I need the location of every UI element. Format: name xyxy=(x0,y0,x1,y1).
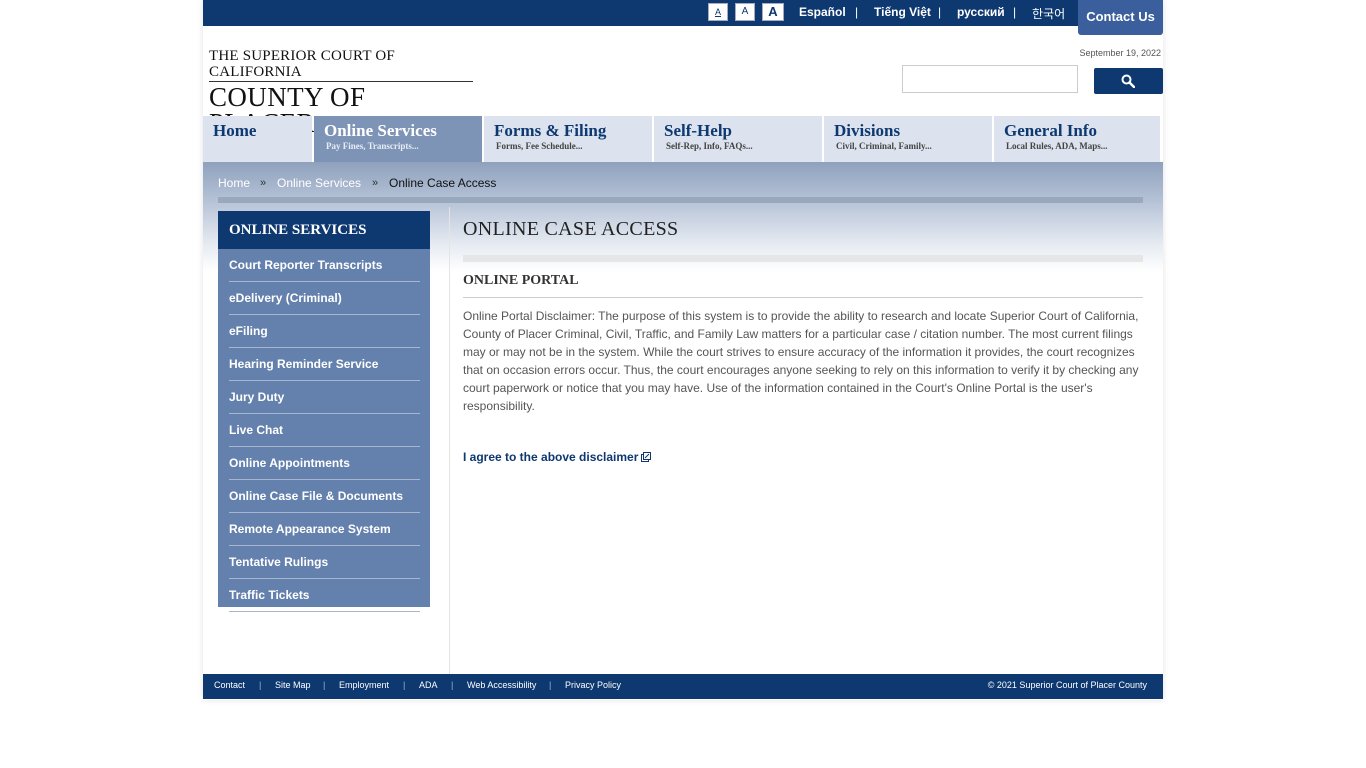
copyright-text: © 2021 Superior Court of Placer County xyxy=(987,680,1147,690)
nav-tab-label: Online Services xyxy=(324,121,437,140)
language-separator: | xyxy=(1013,5,1017,19)
content-divider xyxy=(449,207,450,674)
page-title: ONLINE CASE ACCESS xyxy=(463,218,679,240)
sidebar-item-efiling[interactable]: eFiling xyxy=(229,315,420,348)
nav-tab-label: General Info xyxy=(1004,121,1098,140)
nav-tab-self-help[interactable]: Self-Help Self-Rep, Info, FAQs... xyxy=(654,116,822,162)
title-rule xyxy=(463,255,1143,262)
sidebar-item-court-reporter-transcripts[interactable]: Court Reporter Transcripts xyxy=(229,249,420,282)
sidebar-menu: ONLINE SERVICES Court Reporter Transcrip… xyxy=(218,211,430,612)
nav-tab-forms-filing[interactable]: Forms & Filing Forms, Fee Schedule... xyxy=(484,116,652,162)
footer-site-map-link[interactable]: Site Map xyxy=(275,680,311,690)
breadcrumb-divider xyxy=(218,197,1143,203)
breadcrumb-online-services-link[interactable]: Online Services xyxy=(277,176,361,190)
contact-us-button[interactable]: Contact Us xyxy=(1078,0,1163,35)
breadcrumb-separator: » xyxy=(260,177,267,189)
footer-contact-link[interactable]: Contact xyxy=(214,680,245,690)
disclaimer-text: Online Portal Disclaimer: The purpose of… xyxy=(463,309,1139,413)
sidebar-item-online-case-file[interactable]: Online Case File & Documents xyxy=(229,480,420,513)
footer-employment-link[interactable]: Employment xyxy=(339,680,389,690)
nav-tab-general-info[interactable]: General Info Local Rules, ADA, Maps... xyxy=(994,116,1160,162)
footer-separator: | xyxy=(549,680,552,690)
footer-separator: | xyxy=(403,680,406,690)
footer-separator: | xyxy=(259,680,262,690)
sidebar-item-tentative-rulings[interactable]: Tentative Rulings xyxy=(229,546,420,579)
nav-tab-label: Forms & Filing xyxy=(494,121,607,140)
language-separator: | xyxy=(855,5,859,19)
nav-tab-home[interactable]: Home xyxy=(203,116,312,162)
footer-separator: | xyxy=(451,680,454,690)
font-size-medium-button[interactable]: A xyxy=(735,3,755,21)
agree-link-label: I agree to the above disclaimer xyxy=(463,450,639,464)
font-size-large-button[interactable]: A xyxy=(762,3,784,21)
nav-tab-label: Divisions xyxy=(834,121,901,140)
nav-tab-sub: Pay Fines, Transcripts... xyxy=(326,141,419,151)
nav-tab-sub: Local Rules, ADA, Maps... xyxy=(1006,141,1108,151)
external-link-icon xyxy=(641,452,652,462)
current-date: September 19, 2022 xyxy=(1079,48,1161,58)
search-button[interactable] xyxy=(1094,68,1163,94)
search-icon xyxy=(1121,74,1135,88)
breadcrumb-home-link[interactable]: Home xyxy=(218,176,250,190)
nav-tab-sub: Civil, Criminal, Family... xyxy=(836,141,932,151)
agree-disclaimer-link[interactable]: I agree to the above disclaimer xyxy=(463,450,652,464)
footer: Contact | Site Map | Employment | ADA | … xyxy=(203,674,1163,699)
language-vietnamese-link[interactable]: Tiếng Việt xyxy=(874,5,931,19)
section-rule xyxy=(463,297,1143,298)
section-heading: ONLINE PORTAL xyxy=(463,273,579,288)
font-size-small-button[interactable]: A xyxy=(708,3,728,21)
sidebar-item-online-appointments[interactable]: Online Appointments xyxy=(229,447,420,480)
breadcrumb-separator: » xyxy=(372,177,379,189)
sidebar-item-jury-duty[interactable]: Jury Duty xyxy=(229,381,420,414)
search-input[interactable] xyxy=(902,65,1078,93)
sidebar-item-traffic-tickets[interactable]: Traffic Tickets xyxy=(229,579,420,612)
court-logo[interactable]: THE SUPERIOR COURT OF CALIFORNIA COUNTY … xyxy=(209,48,477,137)
nav-tab-sub: Forms, Fee Schedule... xyxy=(496,141,583,151)
language-russian-link[interactable]: русский xyxy=(957,5,1005,19)
main-nav: Home Online Services Pay Fines, Transcri… xyxy=(203,116,1163,162)
utility-bar: A A A Español | Tiếng Việt | русский | 한… xyxy=(203,0,1163,26)
page-container: A A A Español | Tiếng Việt | русский | 한… xyxy=(203,0,1163,700)
breadcrumb-current: Online Case Access xyxy=(389,176,497,190)
sidebar-title: ONLINE SERVICES xyxy=(218,211,430,249)
footer-privacy-policy-link[interactable]: Privacy Policy xyxy=(565,680,621,690)
language-separator: | xyxy=(938,5,942,19)
nav-tab-label: Self-Help xyxy=(664,121,732,140)
logo-line-1: THE SUPERIOR COURT OF CALIFORNIA xyxy=(209,48,395,80)
language-korean-link[interactable]: 한국어 xyxy=(1032,5,1065,22)
sidebar-item-live-chat[interactable]: Live Chat xyxy=(229,414,420,447)
sidebar-item-edelivery[interactable]: eDelivery (Criminal) xyxy=(229,282,420,315)
language-espanol-link[interactable]: Español xyxy=(799,5,846,19)
sidebar-item-remote-appearance[interactable]: Remote Appearance System xyxy=(229,513,420,546)
footer-web-accessibility-link[interactable]: Web Accessibility xyxy=(467,680,536,690)
nav-tab-online-services[interactable]: Online Services Pay Fines, Transcripts..… xyxy=(314,116,482,162)
nav-tab-label: Home xyxy=(213,121,257,140)
nav-tab-sub: Self-Rep, Info, FAQs... xyxy=(666,141,753,151)
nav-tab-divisions[interactable]: Divisions Civil, Criminal, Family... xyxy=(824,116,992,162)
sidebar-item-hearing-reminder[interactable]: Hearing Reminder Service xyxy=(229,348,420,381)
footer-separator: | xyxy=(323,680,326,690)
footer-ada-link[interactable]: ADA xyxy=(419,680,438,690)
